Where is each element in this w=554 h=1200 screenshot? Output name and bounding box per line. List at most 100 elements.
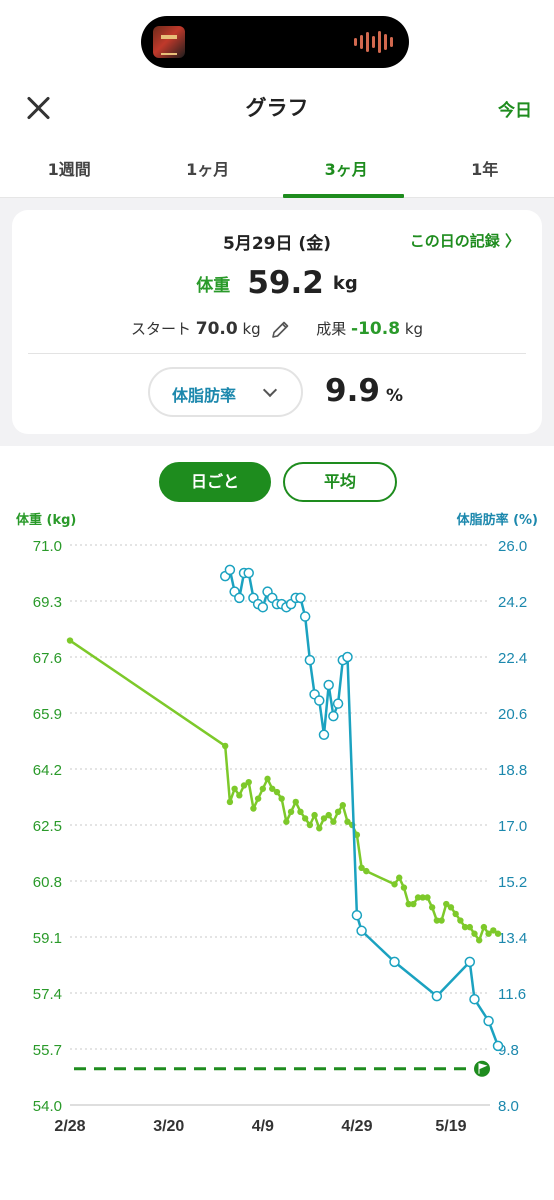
x-axis-tick-label: 3/20 <box>153 1118 184 1135</box>
day-record-link[interactable]: この日の記録 〉 <box>410 230 520 251</box>
now-playing-artwork <box>153 26 185 58</box>
left-axis-title: 体重 (kg) <box>16 513 77 528</box>
bodyfat-data-point <box>224 564 236 576</box>
bodyfat-data-point <box>389 956 400 968</box>
result-label: 成果 <box>316 320 347 338</box>
today-button[interactable]: 今日 <box>498 96 532 121</box>
weight-data-point <box>287 808 295 816</box>
bodyfat-data-point <box>483 1015 494 1027</box>
right-axis-tick-label: 13.4 <box>498 930 527 947</box>
average-toggle-button[interactable]: 平均 <box>283 462 397 502</box>
bodyfat-data-point <box>342 651 353 663</box>
left-axis-tick-label: 62.5 <box>33 818 62 835</box>
tab-1-month[interactable]: 1ヶ月 <box>139 142 278 197</box>
weight-data-point <box>306 821 314 829</box>
pencil-icon[interactable] <box>269 319 291 341</box>
bodyfat-data-point <box>299 611 311 622</box>
right-axis-tick-label: 20.6 <box>498 706 527 723</box>
start-value: 70.0 <box>195 319 238 339</box>
x-axis-tick-label: 5/19 <box>435 1118 466 1135</box>
weight-data-point <box>494 930 502 937</box>
bodyfat-data-point <box>332 698 344 709</box>
weight-data-point <box>264 775 271 783</box>
x-axis-tick-label: 4/9 <box>252 1118 274 1135</box>
weight-data-point <box>222 742 229 750</box>
bodyfat-data-point <box>492 1040 504 1052</box>
audio-waveform-icon <box>354 30 393 54</box>
weight-data-point <box>301 815 309 822</box>
right-axis-title: 体脂肪率 (%) <box>456 513 538 528</box>
bodyfat-data-point <box>469 993 480 1005</box>
goal-marker <box>474 1060 490 1077</box>
right-axis-tick-label: 11.6 <box>498 986 526 1003</box>
weight-data-point <box>226 798 234 806</box>
weight-data-point <box>424 894 431 901</box>
card-divider <box>28 353 526 354</box>
weight-data-point <box>254 795 262 802</box>
left-axis-tick-label: 55.7 <box>33 1042 62 1059</box>
tab-1-week[interactable]: 1週間 <box>0 142 139 197</box>
weight-label: 体重 <box>196 275 231 296</box>
weight-data-point <box>452 910 459 918</box>
tab-1-year[interactable]: 1年 <box>416 142 554 197</box>
weight-data-point <box>480 923 488 931</box>
weight-data-point <box>236 792 243 799</box>
bodyfat-data-point <box>257 601 269 613</box>
weight-data-point <box>316 825 323 832</box>
weight-series-line <box>69 639 499 942</box>
bodyfat-data-point <box>351 909 363 921</box>
bodyfat-data-point <box>234 592 245 604</box>
dynamic-island <box>141 16 409 68</box>
weight-data-point <box>339 802 346 809</box>
weight-row: 体重 59.2 kg <box>0 265 554 301</box>
result-value: -10.8 <box>351 319 401 339</box>
right-axis-tick-label: 17.0 <box>498 818 527 835</box>
left-axis-tick-label: 59.1 <box>33 930 62 947</box>
weight-data-point <box>457 917 464 924</box>
weight-data-point <box>278 795 285 802</box>
weight-data-point <box>363 867 370 875</box>
bodyfat-data-point <box>243 567 254 579</box>
progress-row: スタート 70.0 kg 成果 -10.8 kg <box>0 318 554 341</box>
left-axis-tick-label: 64.2 <box>33 762 62 779</box>
weight-data-point <box>283 818 290 825</box>
start-label: スタート <box>130 320 191 338</box>
bodyfat-value: 9.9 <box>325 373 380 409</box>
weight-unit: kg <box>332 272 358 294</box>
right-axis-tick-label: 22.4 <box>498 650 527 667</box>
daily-toggle-button[interactable]: 日ごと <box>159 462 271 502</box>
right-axis-tick-label: 26.0 <box>498 538 527 555</box>
weight-data-point <box>396 874 403 881</box>
weight-data-point <box>245 778 252 786</box>
left-axis-tick-label: 57.4 <box>33 986 62 1003</box>
left-axis-tick-label: 69.3 <box>33 594 62 611</box>
weight-data-point <box>297 808 304 816</box>
weight-data-point <box>447 904 455 911</box>
weight-data-point <box>438 917 445 924</box>
weight-data-point <box>231 785 238 792</box>
right-axis-tick-label: 24.2 <box>498 594 527 611</box>
bodyfat-data-point <box>328 710 339 722</box>
metric-dropdown[interactable]: 体脂肪率 <box>148 367 303 417</box>
weight-value: 59.2 <box>247 265 324 301</box>
bodyfat-series-line <box>224 568 500 1047</box>
weight-data-point <box>475 937 483 944</box>
period-tabs: 1週間 1ヶ月 3ヶ月 1年 <box>0 142 554 198</box>
weight-data-point <box>250 805 257 812</box>
metric-dropdown-label: 体脂肪率 <box>172 386 237 405</box>
weight-data-point <box>428 904 436 911</box>
bodyfat-data-point <box>464 956 476 968</box>
weight-bodyfat-chart[interactable]: 71.0 26.0 69.3 24.2 67.6 22.4 65.9 20.6 64.2 18.8… <box>0 530 554 1140</box>
right-axis-tick-label: 8.0 <box>498 1098 519 1115</box>
left-axis-tick-label: 65.9 <box>33 706 62 723</box>
weight-data-point <box>400 884 408 891</box>
left-axis-tick-label: 54.0 <box>33 1098 62 1115</box>
tab-3-months[interactable]: 3ヶ月 <box>277 142 416 198</box>
weight-data-point <box>471 930 478 937</box>
weight-data-point <box>325 811 332 819</box>
bodyfat-data-point <box>314 695 325 706</box>
weight-data-point <box>311 811 318 819</box>
right-axis-tick-label: 18.8 <box>498 762 527 779</box>
weight-data-point <box>410 900 417 908</box>
weight-data-point <box>334 808 342 816</box>
